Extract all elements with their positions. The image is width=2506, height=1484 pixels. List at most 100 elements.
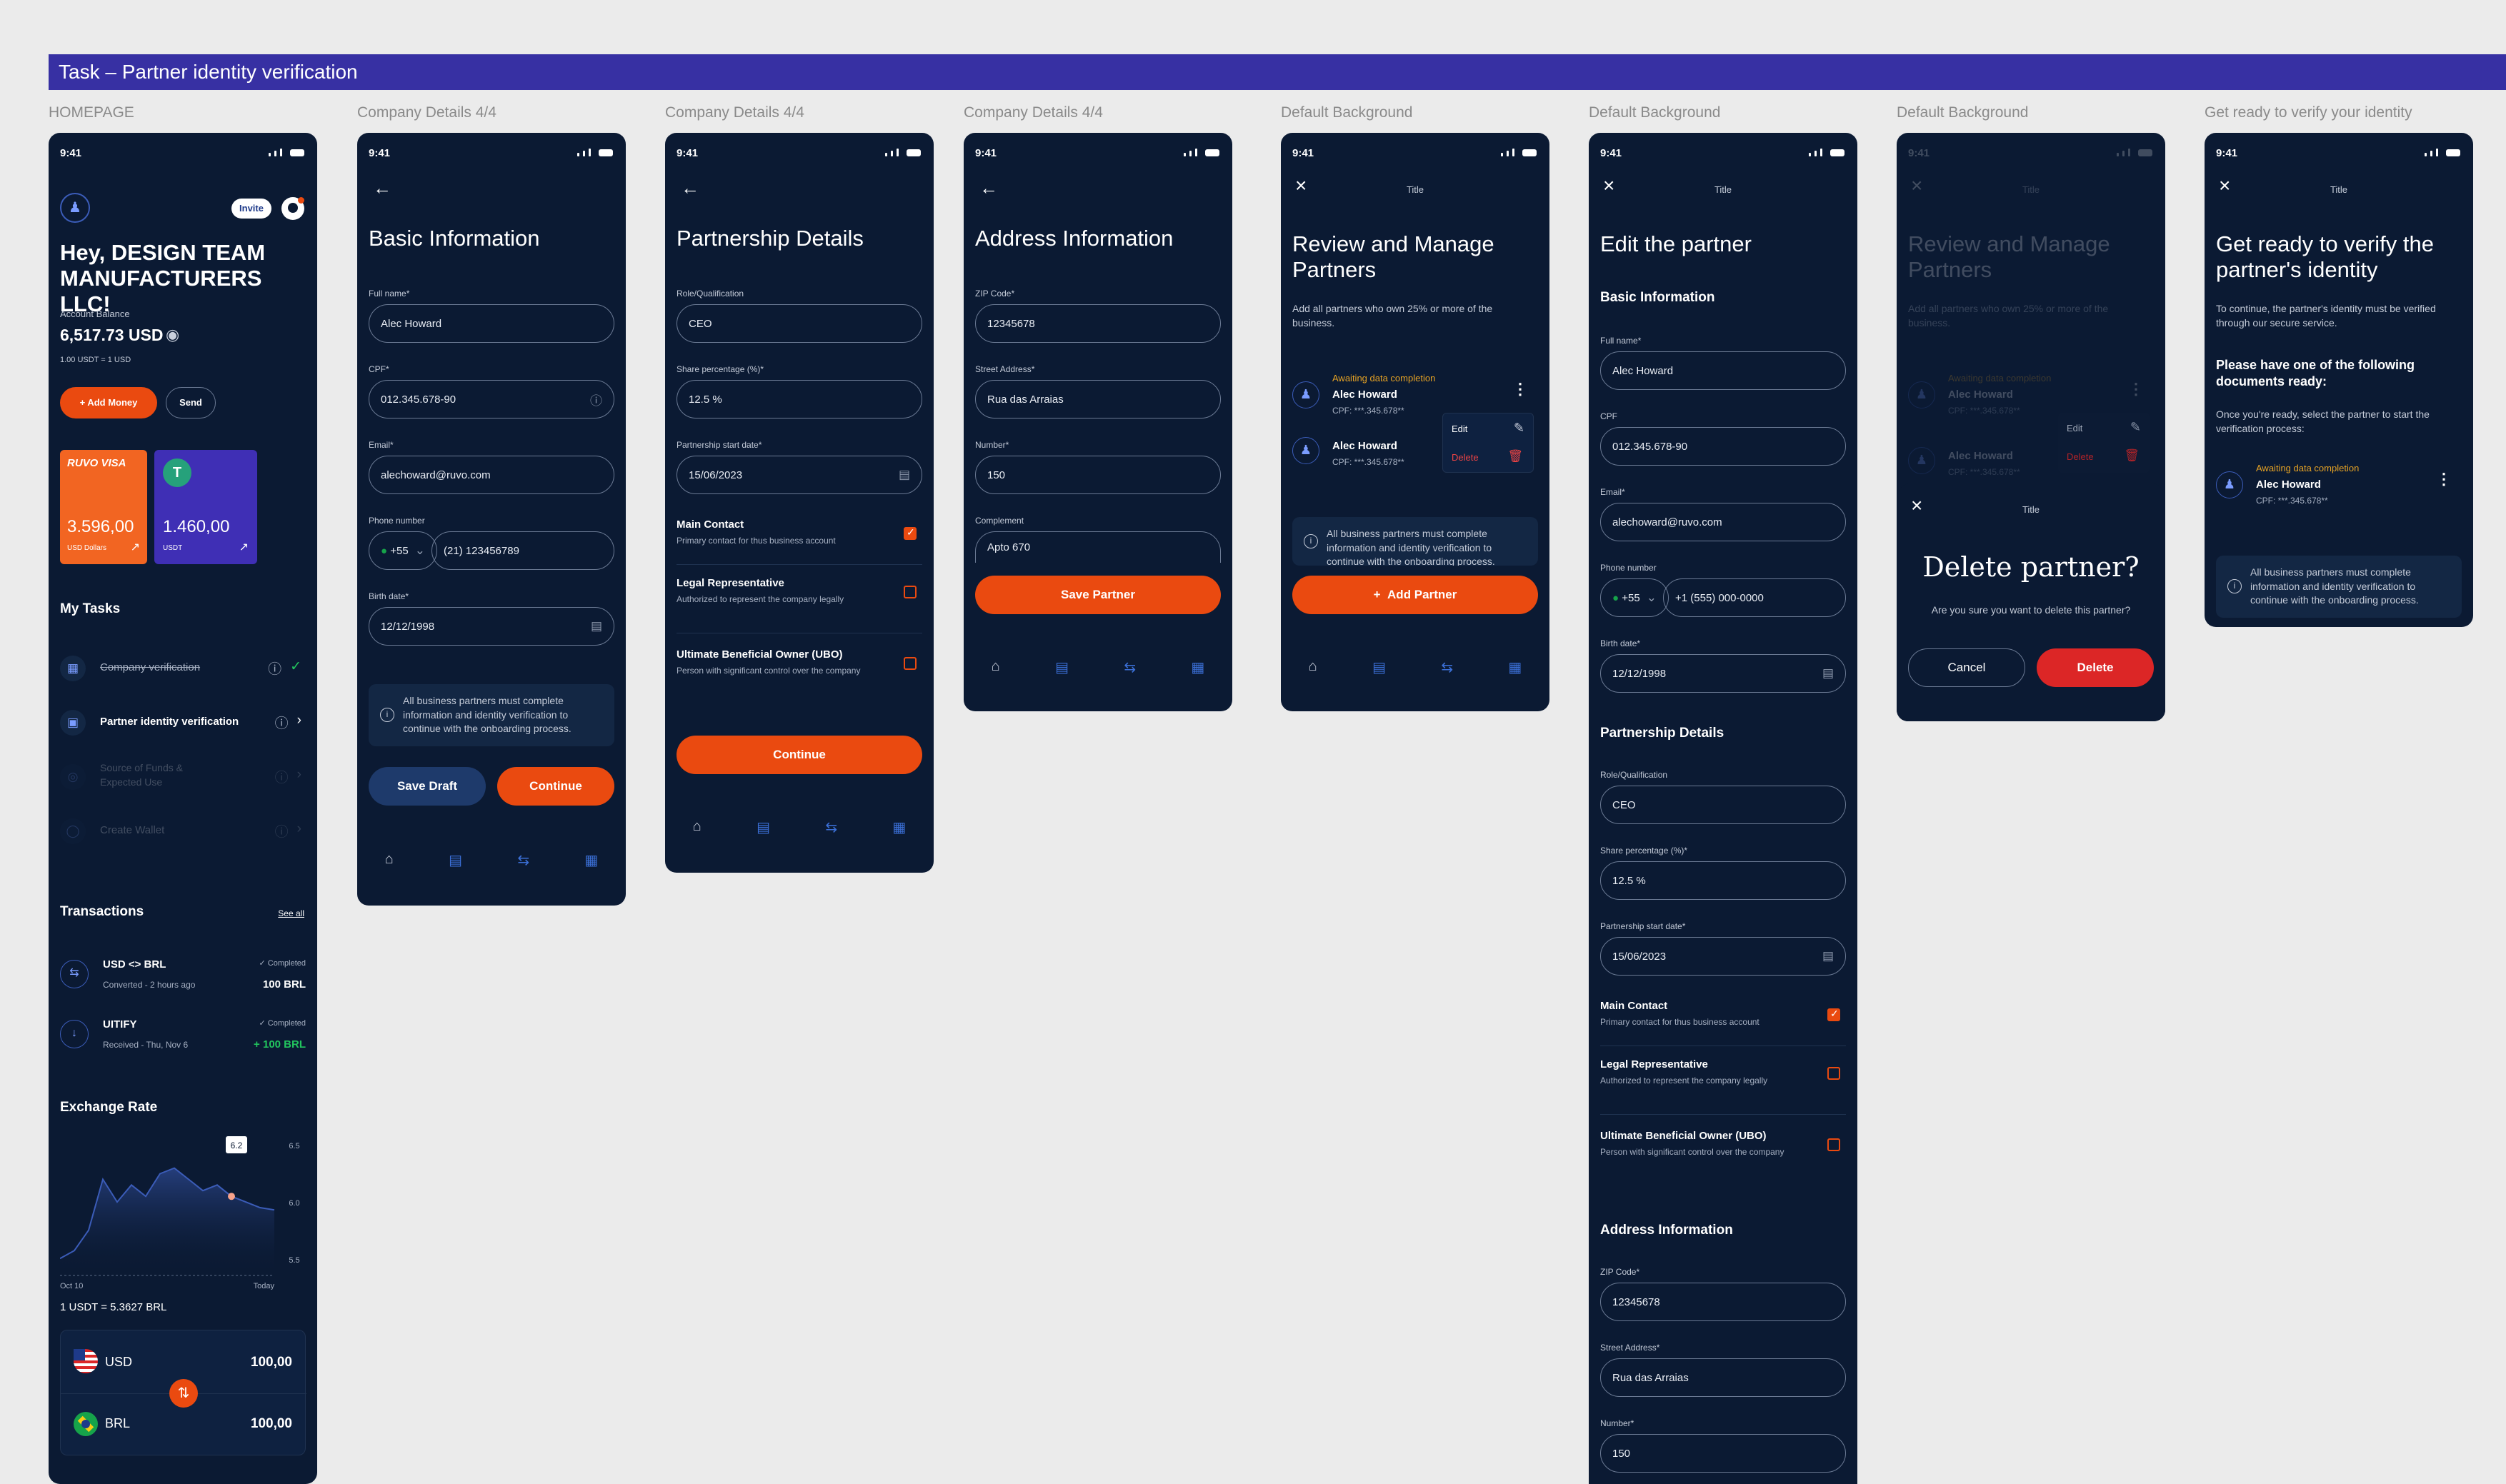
info-icon[interactable]: ⓘ xyxy=(275,713,289,732)
usdt-card[interactable]: T 1.460,00 USDT ↗ xyxy=(154,450,257,564)
number-field[interactable]: 150 xyxy=(1600,1434,1846,1473)
home-icon[interactable]: ⌂ xyxy=(992,658,1000,676)
start-date-field[interactable]: 15/06/2023 ▤ xyxy=(677,456,922,494)
street-address-field[interactable]: Rua das Arraias xyxy=(1600,1358,1846,1397)
ubo-checkbox[interactable] xyxy=(904,657,917,670)
info-icon[interactable]: ⓘ xyxy=(268,658,281,678)
task-item[interactable]: ▦ Company verification ⓘ ✓ xyxy=(60,647,306,690)
transaction-row[interactable]: ↓ UITIFY Received - Thu, Nov 6 ✓ Complet… xyxy=(60,1013,306,1056)
avatar-icon[interactable]: ♟ xyxy=(60,193,90,223)
main-contact-checkbox[interactable] xyxy=(1827,1008,1840,1021)
home-icon[interactable]: ⌂ xyxy=(385,851,394,869)
wallet-icon[interactable]: ▦ xyxy=(1191,658,1204,676)
eye-icon[interactable]: ◉ xyxy=(166,326,179,344)
cancel-button[interactable]: Cancel xyxy=(1908,648,2025,687)
more-vertical-icon[interactable]: ⋮ xyxy=(2436,470,2452,488)
back-arrow-icon[interactable]: ← xyxy=(979,179,998,197)
email-field[interactable]: alechoward@ruvo.com xyxy=(369,456,614,494)
transaction-row[interactable]: ⇆ USD <> BRL Converted - 2 hours ago ✓ C… xyxy=(60,953,306,996)
wallet-icon[interactable]: ▦ xyxy=(892,818,906,836)
continue-button[interactable]: Continue xyxy=(677,736,922,774)
transfer-icon[interactable]: ⇆ xyxy=(1441,658,1453,676)
full-name-field[interactable]: Alec Howard xyxy=(369,304,614,343)
birth-date-field[interactable]: 12/12/1998 ▤ xyxy=(1600,654,1846,693)
field-label: Street Address* xyxy=(975,364,1035,374)
legal-rep-checkbox[interactable] xyxy=(904,586,917,598)
zip-code-field[interactable]: 12345678 xyxy=(1600,1283,1846,1321)
partner-row[interactable]: ♟ Awaiting data completion Alec Howard C… xyxy=(1292,373,1538,418)
menu-delete[interactable]: Delete xyxy=(1452,452,1479,463)
home-icon[interactable]: ⌂ xyxy=(693,818,702,836)
email-field[interactable]: alechoward@ruvo.com xyxy=(1600,503,1846,541)
to-amount[interactable]: 100,00 xyxy=(251,1416,292,1432)
phone-field[interactable]: (21) 123456789 xyxy=(431,531,614,570)
info-icon: ⓘ xyxy=(274,771,289,786)
add-money-button[interactable]: + Add Money xyxy=(60,387,157,418)
add-partner-button[interactable]: + Add Partner xyxy=(1292,576,1538,614)
legal-rep-option[interactable]: Legal Representative Authorized to repres… xyxy=(677,577,922,605)
save-partner-button[interactable]: Save Partner xyxy=(975,576,1221,614)
menu-edit[interactable]: Edit xyxy=(1452,423,1467,434)
trash-icon[interactable]: 🗑 xyxy=(1507,449,1523,463)
cpf-field[interactable]: 012.345.678-90 xyxy=(1600,427,1846,466)
home-icon[interactable]: ⌂ xyxy=(1309,658,1317,676)
main-contact-checkbox[interactable] xyxy=(904,526,917,540)
start-date-field[interactable]: 15/06/2023 ▤ xyxy=(1600,937,1846,976)
transfer-icon[interactable]: ⇆ xyxy=(517,851,529,869)
partner-row[interactable]: ♟ Awaiting data completion Alec Howard C… xyxy=(2216,463,2462,508)
share-percentage-field[interactable]: 12.5 % xyxy=(1600,861,1846,900)
continue-button[interactable]: Continue xyxy=(497,767,614,806)
nav-title: Title xyxy=(2330,184,2348,195)
wallet-icon[interactable]: ▦ xyxy=(1508,658,1522,676)
from-amount[interactable]: 100,00 xyxy=(251,1355,292,1370)
card-icon[interactable]: ▤ xyxy=(1372,658,1386,676)
ubo-option[interactable]: Ultimate Beneficial Owner (UBO) Person wi… xyxy=(677,648,922,676)
complement-field[interactable]: Apto 670 xyxy=(975,531,1221,563)
ubo-option[interactable]: Ultimate Beneficial Owner (UBO) Person wi… xyxy=(1600,1130,1846,1158)
main-contact-option[interactable]: Main Contact Primary contact for thus bus… xyxy=(677,518,922,546)
share-percentage-field[interactable]: 12.5 % xyxy=(677,380,922,418)
ubo-checkbox[interactable] xyxy=(1827,1138,1840,1151)
delete-button[interactable]: Delete xyxy=(2037,648,2154,687)
send-button[interactable]: Send xyxy=(166,387,216,418)
wallet-icon[interactable]: ▦ xyxy=(584,851,598,869)
number-field[interactable]: 150 xyxy=(975,456,1221,494)
calendar-icon[interactable]: ▤ xyxy=(899,468,910,482)
help-icon[interactable]: ⓘ xyxy=(590,391,602,408)
back-arrow-icon[interactable]: ← xyxy=(681,179,699,197)
calendar-icon[interactable]: ▤ xyxy=(1822,949,1834,963)
street-address-field[interactable]: Rua das Arraias xyxy=(975,380,1221,418)
role-field[interactable]: CEO xyxy=(677,304,922,343)
calendar-icon[interactable]: ▤ xyxy=(591,619,602,633)
from-currency[interactable]: USD xyxy=(105,1355,132,1370)
pencil-icon[interactable]: ✎ xyxy=(1514,421,1524,436)
country-code-select[interactable]: ● +55 ⌄ xyxy=(369,531,437,570)
card-icon[interactable]: ▤ xyxy=(449,851,462,869)
transfer-icon[interactable]: ⇆ xyxy=(1124,658,1136,676)
invite-button[interactable]: Invite xyxy=(231,199,271,219)
save-draft-button[interactable]: Save Draft xyxy=(369,767,486,806)
legal-rep-checkbox[interactable] xyxy=(1827,1067,1840,1080)
legal-rep-option[interactable]: Legal Representative Authorized to repres… xyxy=(1600,1058,1846,1086)
more-vertical-icon[interactable]: ⋮ xyxy=(1512,380,1528,398)
calendar-icon[interactable]: ▤ xyxy=(1822,666,1834,681)
role-field[interactable]: CEO xyxy=(1600,786,1846,824)
cpf-field[interactable]: 012.345.678-90 ⓘ xyxy=(369,380,614,418)
zip-code-field[interactable]: 12345678 xyxy=(975,304,1221,343)
transaction-subtitle: Converted - 2 hours ago xyxy=(103,980,196,990)
birth-date-field[interactable]: 12/12/1998 ▤ xyxy=(369,607,614,646)
card-icon[interactable]: ▤ xyxy=(1055,658,1069,676)
notification-bell-icon[interactable] xyxy=(281,197,304,220)
see-all-link[interactable]: See all xyxy=(278,908,304,918)
phone-field[interactable]: +1 (555) 000-0000 xyxy=(1663,578,1846,617)
to-currency[interactable]: BRL xyxy=(105,1416,130,1431)
card-icon[interactable]: ▤ xyxy=(757,818,770,836)
swap-icon[interactable]: ⇅ xyxy=(169,1379,198,1408)
full-name-field[interactable]: Alec Howard xyxy=(1600,351,1846,390)
back-arrow-icon[interactable]: ← xyxy=(373,179,391,197)
usd-card[interactable]: RUVO VISA 3.596,00 USD Dollars ↗ xyxy=(60,450,147,564)
country-code-select[interactable]: ● +55 ⌄ xyxy=(1600,578,1669,617)
transfer-icon[interactable]: ⇆ xyxy=(825,818,837,836)
task-item[interactable]: ▣ Partner identity verification ⓘ › xyxy=(60,701,306,744)
main-contact-option[interactable]: Main Contact Primary contact for thus bus… xyxy=(1600,1000,1846,1028)
